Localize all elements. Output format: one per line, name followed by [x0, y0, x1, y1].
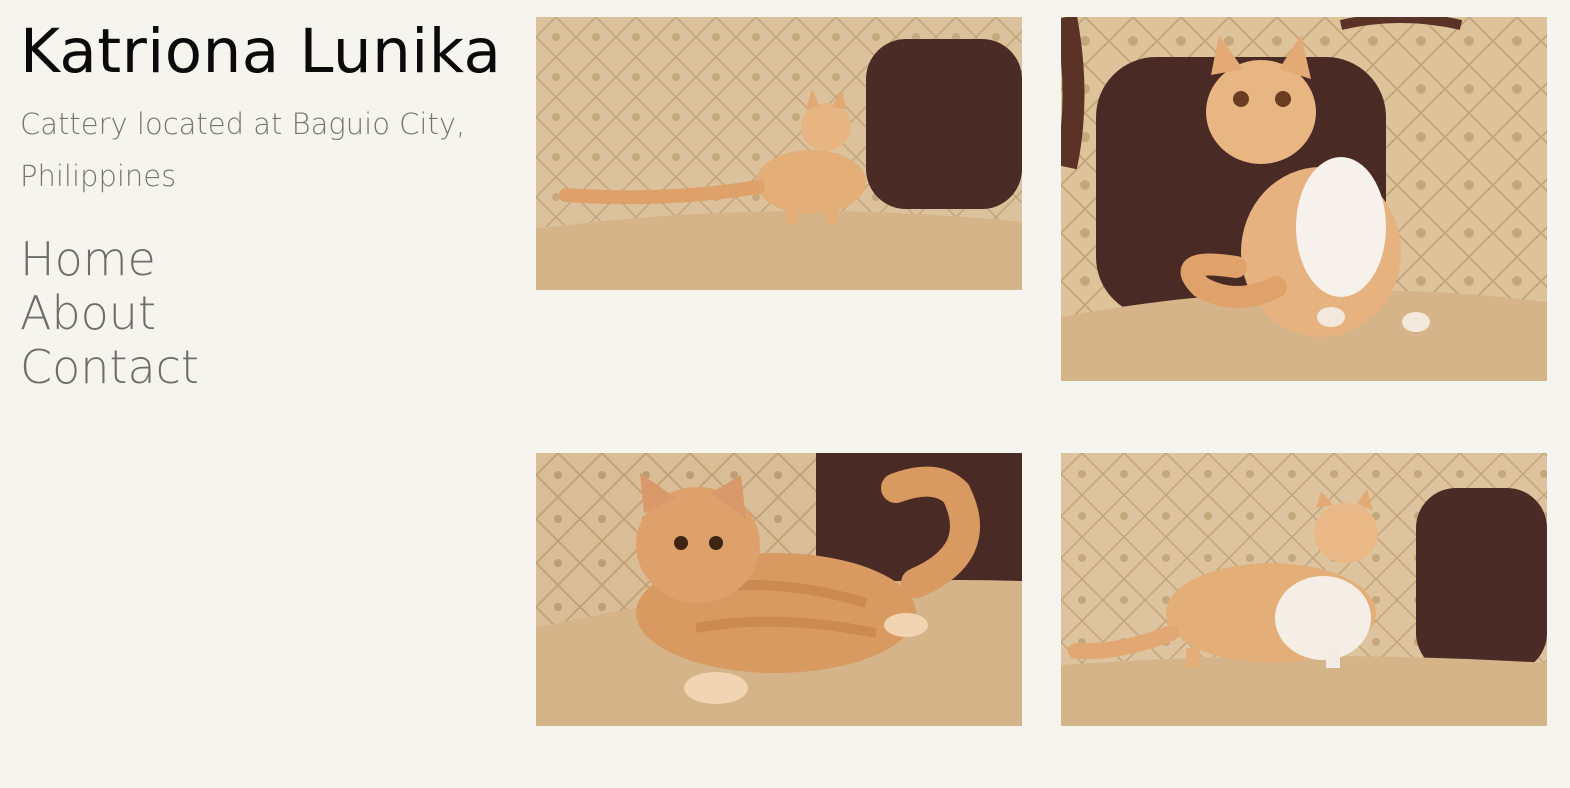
gallery-photo-4[interactable]	[1061, 453, 1547, 726]
cat-photo-1-image	[536, 17, 1022, 290]
nav-link-contact[interactable]: Contact	[20, 340, 520, 394]
nav-link-about[interactable]: About	[20, 286, 520, 340]
cat-photo-4-image	[1061, 453, 1547, 726]
site-title[interactable]: Katriona Lunika	[20, 12, 520, 92]
gallery-photo-2[interactable]	[1061, 17, 1547, 381]
sidebar: Katriona Lunika Cattery located at Bagui…	[20, 12, 520, 394]
site-tagline: Cattery located at Baguio City, Philippi…	[20, 107, 466, 193]
cat-photo-3-image	[536, 453, 1022, 726]
main-nav: Home About Contact	[20, 232, 520, 394]
gallery-photo-3[interactable]	[536, 453, 1022, 726]
gallery-photo-1[interactable]	[536, 17, 1022, 290]
page: Katriona Lunika Cattery located at Bagui…	[0, 0, 1570, 788]
cat-photo-2-image	[1061, 17, 1547, 381]
nav-link-home[interactable]: Home	[20, 232, 520, 286]
